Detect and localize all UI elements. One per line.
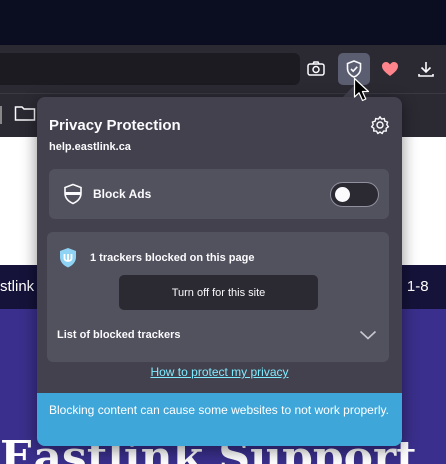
- bookmarks-separator: [0, 106, 2, 124]
- mouse-cursor-icon: [353, 77, 371, 108]
- shield-stripe-icon: [63, 183, 83, 210]
- block-ads-row: Block Ads: [49, 169, 389, 219]
- protect-privacy-link[interactable]: How to protect my privacy: [37, 365, 402, 379]
- favorite-button[interactable]: [374, 53, 406, 85]
- turn-off-for-site-button[interactable]: Turn off for this site: [119, 275, 318, 310]
- chevron-down-icon[interactable]: [359, 328, 377, 346]
- address-bar[interactable]: [0, 53, 300, 85]
- toggle-knob: [335, 187, 350, 202]
- page-nav-text: stlink l: [0, 278, 42, 295]
- page-nav-phone-text: 1-8: [402, 278, 429, 295]
- tab-strip: [0, 0, 446, 45]
- block-ads-label: Block Ads: [93, 187, 152, 201]
- tracker-shield-icon: [59, 247, 77, 269]
- gear-icon: [370, 116, 390, 139]
- popup-title: Privacy Protection: [49, 117, 181, 134]
- shield-check-icon: [344, 59, 364, 79]
- downloads-button[interactable]: [410, 53, 442, 85]
- block-ads-toggle[interactable]: [330, 182, 379, 207]
- trackers-blocked-count: 1 trackers blocked on this page: [90, 252, 255, 264]
- privacy-protection-popup: Privacy Protection help.eastlink.ca Bloc…: [37, 97, 402, 446]
- settings-button[interactable]: [370, 115, 390, 135]
- folder-icon: [14, 106, 36, 126]
- screenshot-button[interactable]: [300, 53, 332, 85]
- heart-icon: [380, 59, 400, 79]
- blocked-trackers-list-label[interactable]: List of blocked trackers: [57, 329, 181, 341]
- bookmark-folder[interactable]: [14, 104, 36, 127]
- trackers-card: 1 trackers blocked on this page Turn off…: [47, 232, 389, 362]
- camera-icon: [306, 59, 326, 79]
- warning-footer: Blocking content can cause some websites…: [37, 393, 402, 446]
- download-icon: [416, 59, 436, 79]
- site-domain: help.eastlink.ca: [49, 141, 131, 153]
